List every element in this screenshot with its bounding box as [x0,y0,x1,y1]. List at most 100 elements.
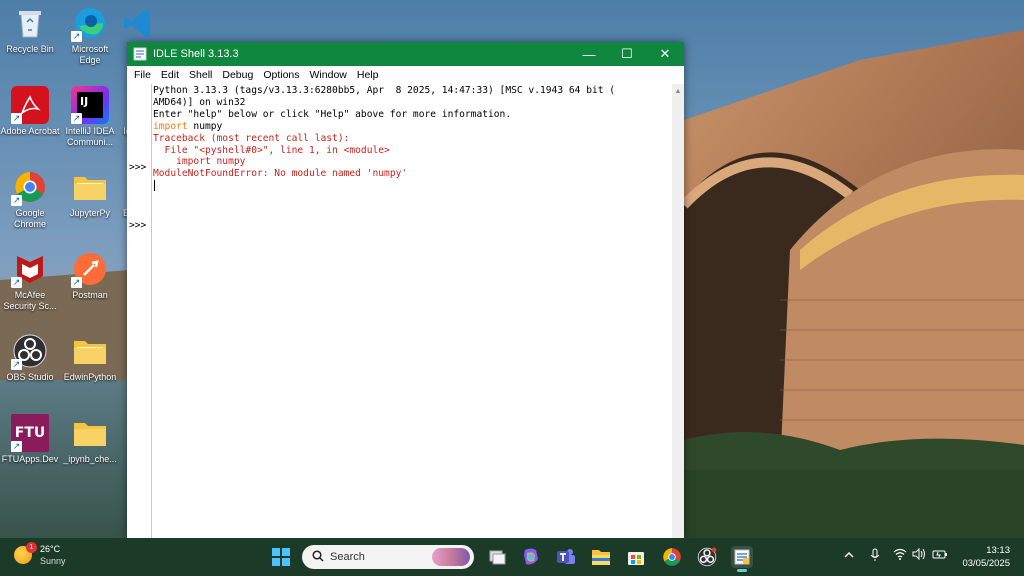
shortcut-arrow-icon: ↗ [11,195,22,206]
folder-icon [71,332,109,370]
mcafee-icon: ↗ [11,250,49,288]
shortcut-arrow-icon: ↗ [71,277,82,288]
taskbar-search-box[interactable]: Search [302,545,474,569]
desktop-icon-mcafee[interactable]: ↗ McAfee Security Sc... [0,250,60,312]
acrobat-icon: ↗ [11,86,49,124]
shortcut-arrow-icon: ↗ [11,441,22,452]
obs-icon: ↗ [11,332,49,370]
menu-options[interactable]: Options [258,69,304,81]
system-clock[interactable]: 13:13 03/05/2025 [962,544,1010,570]
shell-editor[interactable]: >>> >>> Python 3.13.3 (tags/v3.13.3:6280… [127,84,684,538]
input-line: import numpy [153,121,222,133]
window-title: IDLE Shell 3.13.3 [153,48,239,60]
desktop-icon-edge[interactable]: ↗ Microsoft Edge [60,4,120,66]
weather-temperature: 26°C [40,544,61,554]
vertical-scrollbar[interactable]: ▲ [672,84,684,538]
microphone-icon[interactable] [869,548,881,565]
menu-help[interactable]: Help [352,69,384,81]
menu-window[interactable]: Window [305,69,352,81]
search-placeholder: Search [330,551,365,563]
menu-file[interactable]: File [129,69,156,81]
volume-icon[interactable] [912,547,926,563]
file-explorer-icon[interactable] [590,546,612,568]
menu-edit[interactable]: Edit [156,69,184,81]
recycle-bin-icon [11,4,49,42]
clock-date: 03/05/2025 [962,558,1010,569]
shortcut-arrow-icon: ↗ [11,113,22,124]
postman-icon: ↗ [71,250,109,288]
shortcut-arrow-icon: ↗ [11,359,22,370]
task-view-icon[interactable] [486,546,508,568]
desktop-icon-label: Google Chrome [13,208,46,229]
copilot-icon[interactable] [520,546,542,568]
desktop-icon-obs[interactable]: ↗ OBS Studio [0,332,60,383]
taskbar: 1 26°C Sunny Search 13:13 03/05/2025 [0,538,1024,576]
desktop-icon-label: Recycle Bin [6,44,54,54]
shortcut-arrow-icon: ↗ [71,113,82,124]
output-line: AMD64)] on win32 [153,97,246,108]
desktop-icon-jupyterpy[interactable]: JupyterPy [60,168,120,219]
error-line: ModuleNotFoundError: No module named 'nu… [153,168,408,179]
microsoft-store-icon[interactable] [625,546,647,568]
desktop-icon-label: Postman [72,290,108,300]
desktop-icon-label: McAfee Security Sc... [3,290,57,311]
desktop-icon-recycle-bin[interactable]: Recycle Bin [0,4,60,55]
search-icon [312,549,324,565]
weather-widget[interactable]: 1 26°C Sunny [14,542,66,567]
desktop-icon-acrobat[interactable]: ↗ Adobe Acrobat [0,86,60,137]
shell-text-area[interactable]: Python 3.13.3 (tags/v3.13.3:6280bb5, Apr… [153,84,672,538]
vscode-icon [120,4,150,42]
folder-icon [71,414,109,452]
input-rest: numpy [187,121,223,132]
weather-description: Sunny [40,556,66,566]
close-button[interactable]: ✕ [646,42,684,66]
maximize-button[interactable]: ☐ [608,42,646,66]
desktop-icon-ipynb-folder[interactable]: _ipynb_che... [60,414,120,465]
desktop-icon-label: JupyterPy [69,208,111,218]
ftuapps-icon: FTU ↗ [11,414,49,452]
prompt-marker: >>> [129,162,147,173]
obs-icon[interactable] [696,546,718,568]
desktop-icon-label: EdwinPython [63,372,117,382]
traceback-line: Traceback (most recent call last): [153,132,350,144]
desktop-icon-label: OBS Studio [6,372,54,382]
desktop-icon-chrome[interactable]: ↗ Google Chrome [0,168,60,230]
wifi-icon[interactable] [893,548,907,563]
shortcut-arrow-icon: ↗ [71,31,82,42]
scroll-up-icon[interactable]: ▲ [672,88,684,95]
menu-shell[interactable]: Shell [184,69,217,81]
minimize-button[interactable]: — [570,42,608,66]
idle-icon[interactable] [731,546,753,572]
chevron-up-icon[interactable] [843,549,855,564]
desktop-icon-postman[interactable]: ↗ Postman [60,250,120,301]
idle-app-icon [133,47,147,61]
desktop-icon-label: Adobe Acrobat [0,126,60,136]
desktop-icon-intellij[interactable]: IJ ↗ IntelliJ IDEA Communi... [60,86,120,148]
intellij-icon: IJ ↗ [71,86,109,124]
start-icon[interactable] [270,546,292,568]
sun-icon: 1 [14,542,37,564]
teams-icon[interactable] [555,546,577,568]
desktop-icon-ftuapps[interactable]: FTU ↗ FTUApps.Dev [0,414,60,465]
battery-icon[interactable] [932,548,948,563]
desktop-icon-edwinpython[interactable]: EdwinPython [60,332,120,383]
output-line: Python 3.13.3 (tags/v3.13.3:6280bb5, Apr… [153,85,616,96]
desktop-icon-label: Microsoft Edge [71,44,109,65]
folder-icon [71,168,109,206]
window-titlebar[interactable]: IDLE Shell 3.13.3 — ☐ ✕ [127,42,684,66]
clock-time: 13:13 [986,545,1010,556]
menu-debug[interactable]: Debug [217,69,258,81]
prompt-gutter: >>> >>> [127,84,152,538]
chrome-icon[interactable] [661,546,683,568]
keyword-import: import [153,121,188,132]
shortcut-arrow-icon: ↗ [11,277,22,288]
desktop-icon-label: IntelliJ IDEA Communi... [65,126,115,147]
output-line: Enter "help" below or click "Help" above… [153,109,512,120]
ftuapps-logo-text: FTU [14,424,46,441]
idle-shell-window[interactable]: IDLE Shell 3.13.3 — ☐ ✕ File Edit Shell … [127,42,684,538]
prompt-marker: >>> [129,220,147,231]
menu-bar: File Edit Shell Debug Options Window Hel… [127,66,684,84]
desktop-icon-label: FTUApps.Dev [1,454,59,464]
text-caret [154,180,155,191]
traceback-line: import numpy [153,156,246,167]
